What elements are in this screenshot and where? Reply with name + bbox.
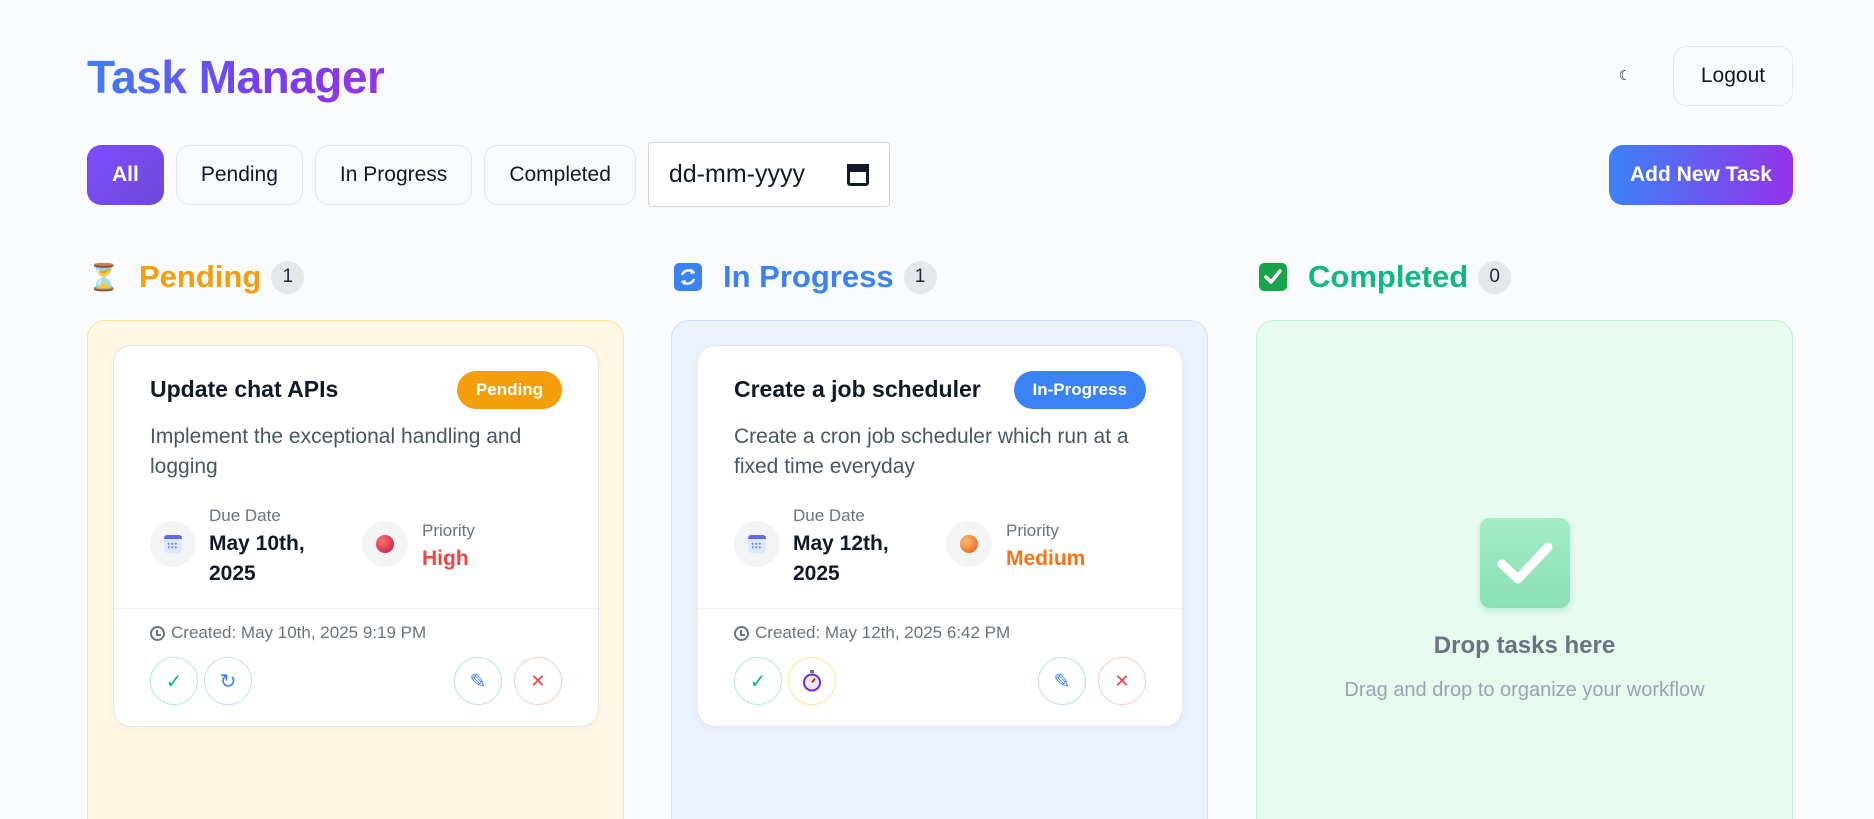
filter-pending-button[interactable]: Pending — [175, 144, 303, 205]
column-dropzone[interactable]: Create a job scheduler In-Progress Creat… — [671, 320, 1208, 819]
check-box-icon — [1258, 262, 1288, 292]
calendar-icon[interactable] — [846, 163, 869, 186]
calendar-icon — [150, 521, 196, 567]
clock-icon — [150, 625, 165, 641]
priority-label: Priority — [422, 521, 475, 540]
column-count-badge: 1 — [271, 260, 305, 294]
due-date-label: Due Date — [793, 506, 865, 525]
page-title: Task Manager — [87, 51, 385, 103]
column-in-progress: In Progress 1 Create a job scheduler In-… — [671, 256, 1208, 819]
stopwatch-button[interactable] — [788, 657, 836, 705]
column-title: Completed — [1308, 259, 1469, 294]
due-date-value: May 10th, — [209, 532, 305, 555]
priority-value: Medium — [1006, 547, 1086, 570]
calendar-icon — [734, 521, 780, 567]
priority-value: High — [422, 547, 469, 570]
add-new-task-button[interactable]: Add New Task — [1609, 145, 1793, 205]
drop-zone-title: Drop tasks here — [1433, 632, 1616, 659]
priority-dot-icon — [362, 521, 408, 567]
due-date-year: 2025 — [209, 562, 256, 585]
column-header: ⏳ Pending 1 — [87, 256, 624, 298]
mark-complete-button[interactable]: ✓ — [150, 657, 198, 705]
created-timestamp: Created: May 12th, 2025 6:42 PM — [734, 623, 1010, 643]
stopwatch-icon — [803, 670, 821, 692]
task-card[interactable]: Create a job scheduler In-Progress Creat… — [697, 345, 1183, 727]
mark-complete-button[interactable]: ✓ — [734, 657, 782, 705]
column-dropzone[interactable]: Update chat APIs Pending Implement the e… — [87, 320, 624, 819]
delete-button[interactable]: ✕ — [514, 657, 562, 705]
clock-icon — [734, 625, 749, 641]
column-dropzone[interactable]: Drop tasks here Drag and drop to organiz… — [1256, 320, 1793, 819]
check-mark-icon — [1480, 518, 1570, 608]
date-filter-input[interactable]: dd-mm-yyyy — [647, 142, 890, 207]
drop-zone-subtitle: Drag and drop to organize your workflow — [1344, 679, 1705, 701]
edit-button[interactable]: ✎ — [1038, 657, 1086, 705]
filter-all-button[interactable]: All — [87, 144, 164, 205]
arrows-counterclockwise-icon — [673, 262, 703, 292]
column-completed: Completed 0 Drop tasks here Drag and dro… — [1256, 256, 1793, 819]
created-text: Created: May 10th, 2025 9:19 PM — [171, 623, 427, 642]
edit-button[interactable]: ✎ — [454, 657, 502, 705]
filter-completed-button[interactable]: Completed — [484, 144, 636, 205]
priority-label: Priority — [1006, 521, 1059, 540]
move-in-progress-button[interactable]: ↻ — [204, 657, 252, 705]
column-count-badge: 0 — [1478, 260, 1512, 294]
logout-button[interactable]: Logout — [1673, 46, 1793, 106]
date-placeholder: dd-mm-yyyy — [668, 160, 805, 188]
task-card[interactable]: Update chat APIs Pending Implement the e… — [113, 345, 599, 727]
delete-button[interactable]: ✕ — [1098, 657, 1146, 705]
due-date-value: May 12th, — [793, 532, 889, 555]
created-text: Created: May 12th, 2025 6:42 PM — [755, 623, 1011, 642]
due-date-year: 2025 — [793, 562, 840, 585]
hourglass-icon: ⏳ — [87, 261, 121, 292]
priority-dot-icon — [946, 521, 992, 567]
status-badge: In-Progress — [1013, 371, 1146, 409]
column-title: Pending — [139, 259, 262, 294]
filter-bar: All Pending In Progress Completed dd-mm-… — [87, 142, 890, 207]
created-timestamp: Created: May 10th, 2025 9:19 PM — [150, 623, 426, 643]
column-count-badge: 1 — [903, 260, 937, 294]
divider — [114, 608, 598, 609]
filter-in-progress-button[interactable]: In Progress — [314, 144, 473, 205]
column-pending: ⏳ Pending 1 Update chat APIs Pending Imp… — [87, 256, 624, 819]
task-title: Create a job scheduler — [734, 376, 981, 402]
moon-icon[interactable]: ☾ — [1610, 60, 1640, 90]
status-badge: Pending — [456, 371, 562, 409]
task-description: Create a cron job scheduler which run at… — [734, 425, 1129, 478]
divider — [698, 608, 1182, 609]
column-header: Completed 0 — [1256, 256, 1793, 298]
column-title: In Progress — [723, 259, 894, 294]
column-header: In Progress 1 — [671, 256, 1208, 298]
task-description: Implement the exceptional handling and l… — [150, 425, 522, 478]
task-title: Update chat APIs — [150, 376, 339, 402]
due-date-label: Due Date — [209, 506, 281, 525]
